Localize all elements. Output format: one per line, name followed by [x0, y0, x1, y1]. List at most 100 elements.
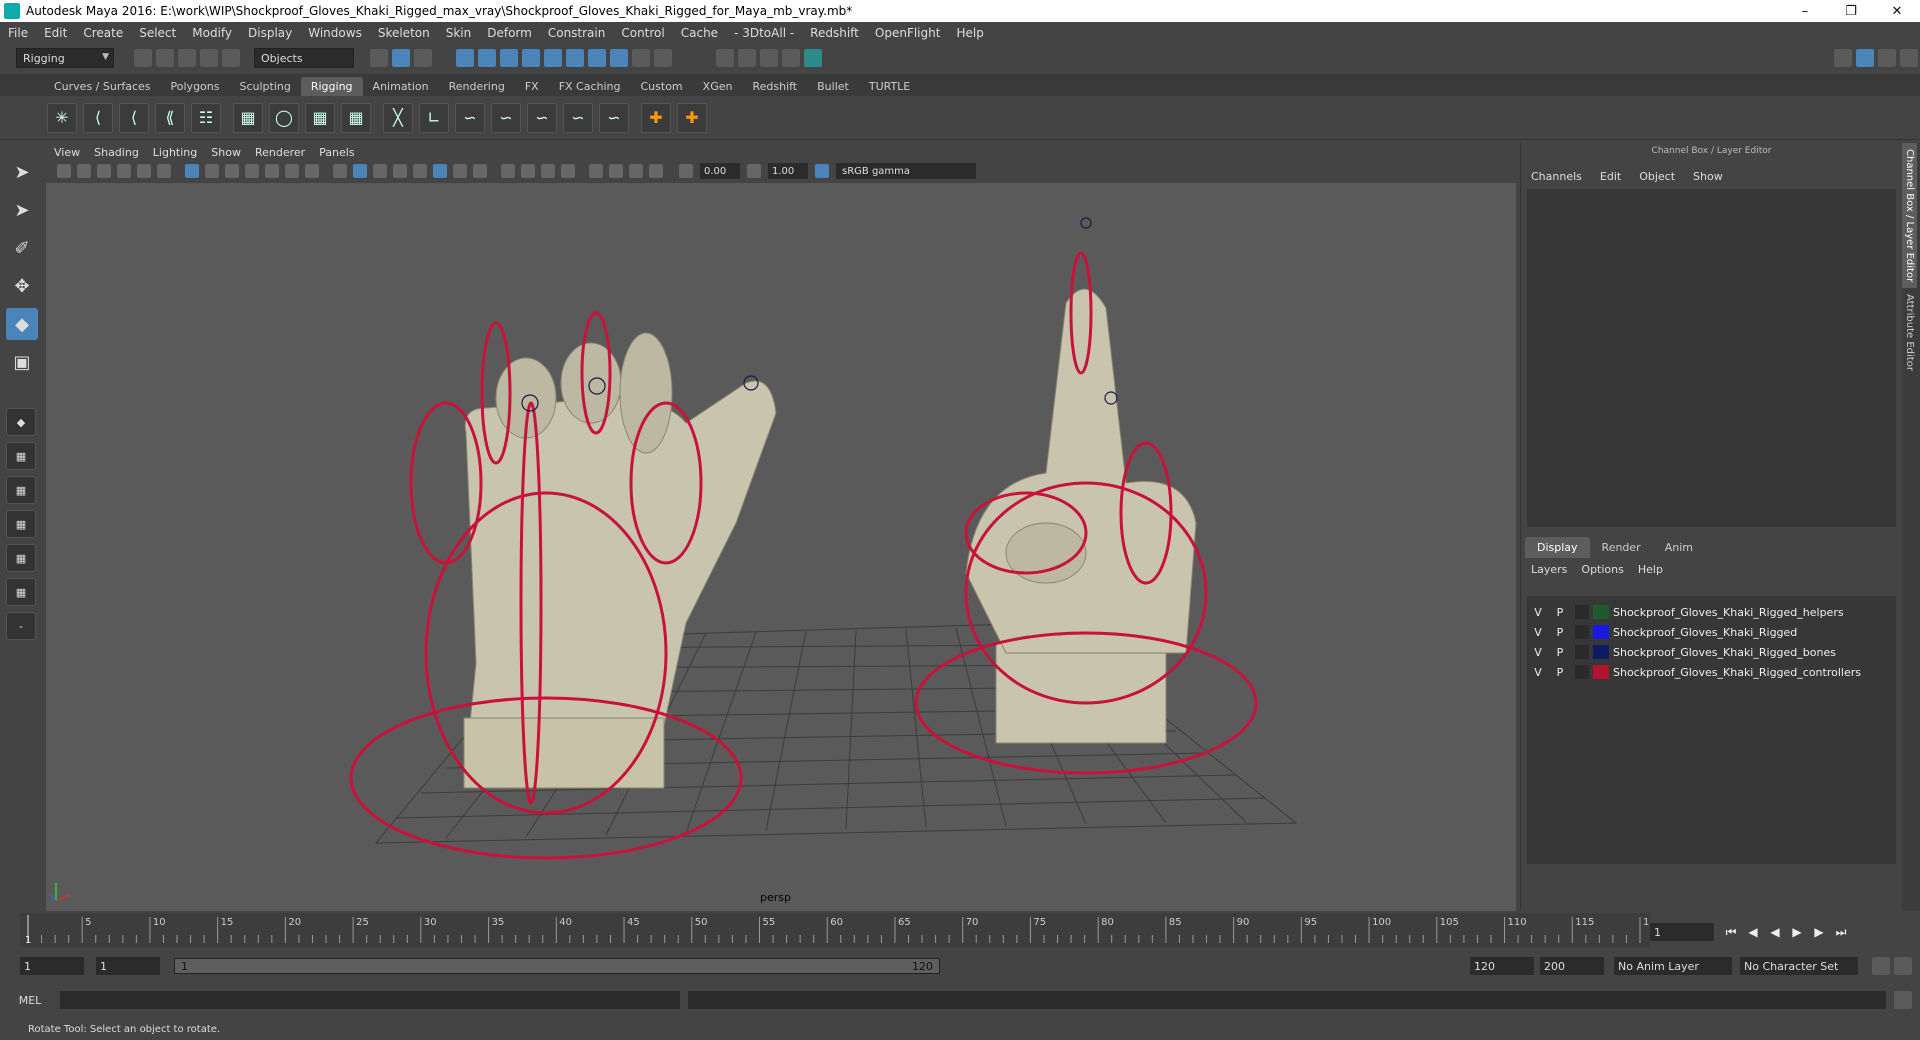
layer-visibility-toggle[interactable]: V — [1527, 626, 1549, 639]
menu-deform[interactable]: Deform — [479, 26, 540, 40]
menu-skeleton[interactable]: Skeleton — [370, 26, 438, 40]
insert-joint-icon[interactable]: ⟨ — [83, 102, 113, 133]
menu-constrain[interactable]: Constrain — [540, 26, 614, 40]
layer-visibility-toggle[interactable]: V — [1527, 666, 1549, 679]
lock-icon[interactable] — [632, 49, 650, 67]
scale-tool-icon[interactable]: ▣ — [6, 346, 38, 378]
four-view-icon[interactable]: ▦ — [6, 442, 36, 470]
anti-aliasing-icon[interactable] — [521, 164, 535, 178]
new-scene-icon[interactable] — [134, 49, 152, 67]
persp-outliner-icon[interactable]: ▦ — [6, 476, 36, 504]
locator-icon[interactable]: ✚ — [641, 102, 671, 133]
vp-menu-panels[interactable]: Panels — [319, 146, 354, 159]
use-all-lights-icon[interactable] — [413, 164, 427, 178]
shelf-tab-rendering[interactable]: Rendering — [439, 77, 515, 96]
menu-create[interactable]: Create — [75, 26, 131, 40]
script-editor-icon[interactable] — [1894, 991, 1912, 1009]
menu-set-dropdown[interactable]: Rigging ▼ — [16, 48, 114, 68]
depth-of-field-icon[interactable] — [541, 164, 555, 178]
layer-color-swatch[interactable] — [1593, 625, 1609, 639]
isolate-select-icon[interactable] — [561, 164, 575, 178]
shelf-tab-custom[interactable]: Custom — [631, 77, 693, 96]
layer-color-swatch[interactable] — [1593, 605, 1609, 619]
tab-display[interactable]: Display — [1525, 537, 1590, 558]
single-view-icon[interactable]: ◆ — [6, 408, 36, 436]
snap-surface-icon[interactable] — [544, 49, 562, 67]
lattice-icon[interactable]: ▦ — [305, 102, 335, 133]
menu-skin[interactable]: Skin — [438, 26, 480, 40]
wireframe-icon[interactable] — [333, 164, 347, 178]
le-menu-options[interactable]: Options — [1581, 563, 1623, 576]
cb-menu-channels[interactable]: Channels — [1531, 170, 1582, 183]
menu-edit[interactable]: Edit — [36, 26, 75, 40]
orient-constraint-icon[interactable]: ∽ — [527, 102, 557, 133]
scale-constraint-icon[interactable]: ∽ — [563, 102, 593, 133]
go-to-start-icon[interactable]: ⏮ — [1720, 925, 1742, 940]
layer-playback-toggle[interactable]: P — [1549, 646, 1571, 659]
snap-view-plane-icon[interactable] — [522, 49, 540, 67]
ipr-render-icon[interactable] — [760, 49, 778, 67]
motion-blur-icon[interactable] — [501, 164, 515, 178]
select-tool-icon[interactable]: ➤ — [6, 156, 38, 188]
side-tab-attribute-editor[interactable]: Attribute Editor — [1902, 288, 1917, 377]
shelf-tab-sculpting[interactable]: Sculpting — [229, 77, 300, 96]
menu-display[interactable]: Display — [240, 26, 300, 40]
input-ops-icon[interactable] — [610, 49, 628, 67]
vp-menu-view[interactable]: View — [54, 146, 80, 159]
vp-menu-show[interactable]: Show — [211, 146, 241, 159]
parent-constraint-icon[interactable]: ∽ — [455, 102, 485, 133]
paint-weights-icon[interactable]: ◯ — [269, 102, 299, 133]
gamma-icon[interactable] — [747, 164, 761, 178]
menu-3dtoall[interactable]: - 3DtoAll - — [726, 26, 802, 40]
preferences-icon[interactable] — [1894, 957, 1912, 975]
animation-start-field[interactable]: 1 — [20, 957, 84, 975]
2d-pan-icon[interactable] — [137, 164, 151, 178]
menu-cache[interactable]: Cache — [673, 26, 726, 40]
auto-key-icon[interactable] — [1872, 957, 1890, 975]
layer-type-toggle[interactable] — [1575, 645, 1589, 659]
vp-menu-renderer[interactable]: Renderer — [255, 146, 305, 159]
layer-visibility-toggle[interactable]: V — [1527, 646, 1549, 659]
undo-icon[interactable] — [200, 49, 218, 67]
shelf-tab-turtle[interactable]: TURTLE — [859, 77, 920, 96]
rotate-tool-icon[interactable]: ◆ — [6, 308, 38, 340]
cb-menu-show[interactable]: Show — [1693, 170, 1723, 183]
tab-render[interactable]: Render — [1590, 537, 1653, 558]
menu-file[interactable]: File — [0, 26, 36, 40]
channel-box-toggle-icon[interactable] — [1878, 49, 1896, 67]
shelf-tab-polygons[interactable]: Polygons — [161, 77, 230, 96]
exposure-icon[interactable] — [679, 164, 693, 178]
move-tool-icon[interactable]: ✥ — [6, 270, 38, 302]
step-back-frame-icon[interactable]: ◀ — [1764, 925, 1786, 939]
go-to-end-icon[interactable]: ⏭ — [1830, 925, 1852, 940]
wireframe-on-shaded-icon[interactable] — [373, 164, 387, 178]
hypershade-layout-icon[interactable]: ▦ — [6, 544, 36, 572]
shelf-tab-redshift[interactable]: Redshift — [742, 77, 807, 96]
shelf-tab-xgen[interactable]: XGen — [693, 77, 743, 96]
layer-type-toggle[interactable] — [1575, 665, 1589, 679]
persp-viewport[interactable]: persp — [46, 183, 1516, 911]
point-constraint-icon[interactable]: ∽ — [491, 102, 521, 133]
open-scene-icon[interactable] — [156, 49, 174, 67]
ssao-icon[interactable] — [473, 164, 487, 178]
menu-windows[interactable]: Windows — [300, 26, 370, 40]
shelf-tab-bullet[interactable]: Bullet — [807, 77, 859, 96]
outliner-layout-icon[interactable]: ▦ — [6, 578, 36, 606]
restore-icon[interactable]: ❐ — [1828, 0, 1874, 22]
film-gate-icon[interactable] — [205, 164, 219, 178]
render-settings-icon[interactable] — [782, 49, 800, 67]
layer-type-toggle[interactable] — [1575, 625, 1589, 639]
shelf-tab-fx-caching[interactable]: FX Caching — [549, 77, 631, 96]
select-object-icon[interactable] — [392, 49, 410, 67]
layer-playback-toggle[interactable]: P — [1549, 666, 1571, 679]
time-slider[interactable]: 1 5 10 15 20 25 30 35 40 45 50 55 60 65 70 75 80 85 90 95 1… — [20, 913, 1662, 947]
safe-title-icon[interactable] — [305, 164, 319, 178]
anim-layer-dropdown[interactable]: No Anim Layer — [1614, 957, 1732, 975]
color-management-icon[interactable] — [815, 164, 829, 178]
layer-visibility-toggle[interactable]: V — [1527, 606, 1549, 619]
hik-icon[interactable]: ☷ — [191, 102, 221, 133]
layout-dash-icon[interactable]: - — [6, 612, 36, 640]
step-forward-frame-icon[interactable]: ▶ — [1808, 925, 1830, 939]
shelf-tab-fx[interactable]: FX — [515, 77, 549, 96]
snap-point-icon[interactable] — [500, 49, 518, 67]
